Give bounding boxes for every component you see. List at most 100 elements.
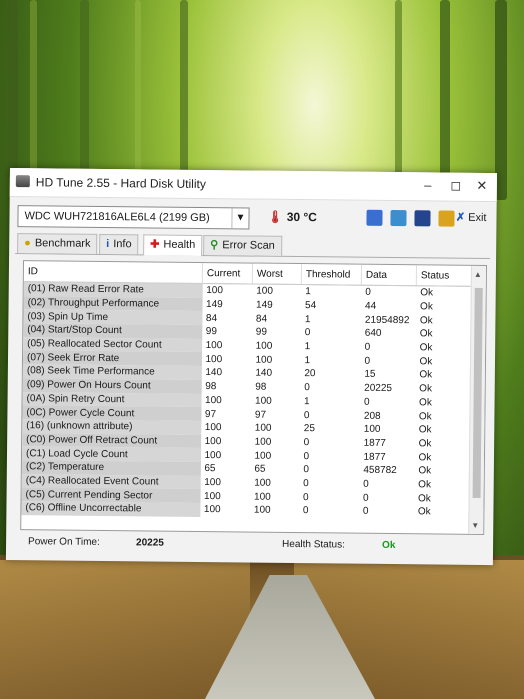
vertical-scrollbar[interactable]: ▲ ▼ [468,265,486,534]
status-value: Ok [419,342,433,354]
current-value: 99 [205,326,217,338]
current-value: 98 [205,381,217,393]
drive-select[interactable]: WDC WUH721816ALE6L4 (2199 GB) ▼ [17,205,250,230]
drive-select-value: WDC WUH721816ALE6L4 (2199 GB) [24,210,210,225]
options-icon[interactable] [438,210,455,227]
threshold-value: 0 [304,382,310,394]
maximize-button[interactable]: ◻ [445,177,467,195]
tab-label: Benchmark [34,237,91,250]
minimize-button[interactable]: – [417,176,439,194]
threshold-value: 0 [303,464,309,476]
threshold-value: 1 [304,354,311,366]
scroll-down-icon[interactable]: ▼ [471,521,479,530]
worst-value: 100 [255,395,272,407]
data-value: 15 [364,369,376,381]
worst-value: 100 [253,504,271,517]
col-data[interactable]: Data [361,264,417,286]
tab-health[interactable]: ✚ Health [143,234,203,257]
worst-value: 100 [254,450,272,462]
status-value: Ok [418,438,432,450]
scroll-up-icon[interactable]: ▲ [474,270,482,279]
status-value: Ok [418,424,432,436]
tab-info[interactable]: i Info [99,233,139,255]
current-value: 100 [205,353,223,366]
smart-attributes-table[interactable]: ID Current Worst Threshold Data Status (… [20,260,488,535]
threshold-value: 54 [305,300,317,312]
threshold-value: 0 [303,409,310,421]
worst-value: 98 [255,381,267,393]
worst-value: 100 [255,354,273,366]
col-worst[interactable]: Worst [252,263,302,285]
current-value: 140 [205,367,223,379]
data-value: 0 [364,396,370,408]
worst-value: 97 [254,409,267,421]
tab-benchmark[interactable]: ● Benchmark [17,233,98,254]
current-value: 149 [206,299,223,311]
toolbar: WDC WUH721816ALE6L4 (2199 GB) ▼ 🌡 30 °C ✗… [9,197,496,236]
status-value: Ok [419,369,433,381]
tab-error-scan[interactable]: ⚲ Error Scan [203,235,282,256]
worst-value: 99 [255,326,267,339]
status-value: Ok [419,315,433,327]
status-value: Ok [420,301,433,313]
worst-value: 100 [254,491,271,503]
current-value: 100 [204,477,221,489]
col-status[interactable]: Status [416,265,476,287]
col-current[interactable]: Current [202,263,253,285]
health-status-label: Health Status: [282,538,345,551]
threshold-value: 1 [304,395,310,407]
threshold-value: 0 [303,491,309,503]
status-bar: Power On Time: 20225 Health Status: Ok [20,532,482,557]
copy-text-icon[interactable] [390,209,407,227]
threshold-value: 0 [303,450,310,462]
red-cross-icon: ✚ [150,238,160,251]
worst-value: 100 [254,477,271,489]
current-value: 84 [205,312,218,324]
save-icon[interactable] [414,210,431,227]
data-value: 0 [364,355,371,367]
current-value: 100 [203,504,221,516]
current-value: 100 [204,449,222,461]
chevron-down-icon[interactable]: ▼ [231,208,249,229]
exit-icon: ✗ [455,211,466,224]
col-id[interactable]: ID [23,261,203,284]
data-value: 1877 [363,437,386,449]
worst-value: 65 [254,463,266,475]
status-value: Ok [418,465,432,477]
data-value: 0 [363,478,369,490]
data-value: 0 [364,341,371,353]
threshold-value: 0 [303,478,309,490]
threshold-value: 20 [304,368,316,380]
worst-value: 140 [255,368,273,380]
current-value: 65 [204,463,216,475]
status-value: Ok [419,383,433,395]
worst-value: 100 [254,436,272,448]
hd-tune-window: HD Tune 2.55 - Hard Disk Utility – ◻ ✕ W… [5,168,497,566]
col-threshold[interactable]: Threshold [301,264,362,286]
status-value: Ok [417,506,431,518]
tab-label: Health [163,238,196,251]
threshold-value: 1 [305,286,311,298]
copy-info-icon[interactable] [366,209,383,226]
data-value: 44 [365,300,377,312]
current-value: 100 [205,394,222,407]
scroll-thumb[interactable] [472,287,483,498]
data-value: 640 [364,328,382,340]
threshold-value: 25 [303,423,315,435]
data-value: 458782 [363,464,397,477]
status-value: Ok [419,356,433,368]
current-value: 97 [204,408,217,420]
data-value: 1877 [363,451,386,463]
attr-id: (C6) Offline Uncorrectable [21,501,201,517]
status-value: Ok [419,328,433,340]
exit-button[interactable]: ✗ Exit [456,211,487,224]
exit-label: Exit [468,211,487,224]
close-button[interactable]: ✕ [471,177,493,195]
status-value: Ok [418,492,431,505]
threshold-value: 1 [304,313,311,325]
status-value: Ok [418,479,432,491]
threshold-value: 0 [304,327,311,339]
current-value: 100 [204,422,222,434]
data-value: 21954892 [364,314,410,326]
lightbulb-icon: ● [24,237,31,250]
